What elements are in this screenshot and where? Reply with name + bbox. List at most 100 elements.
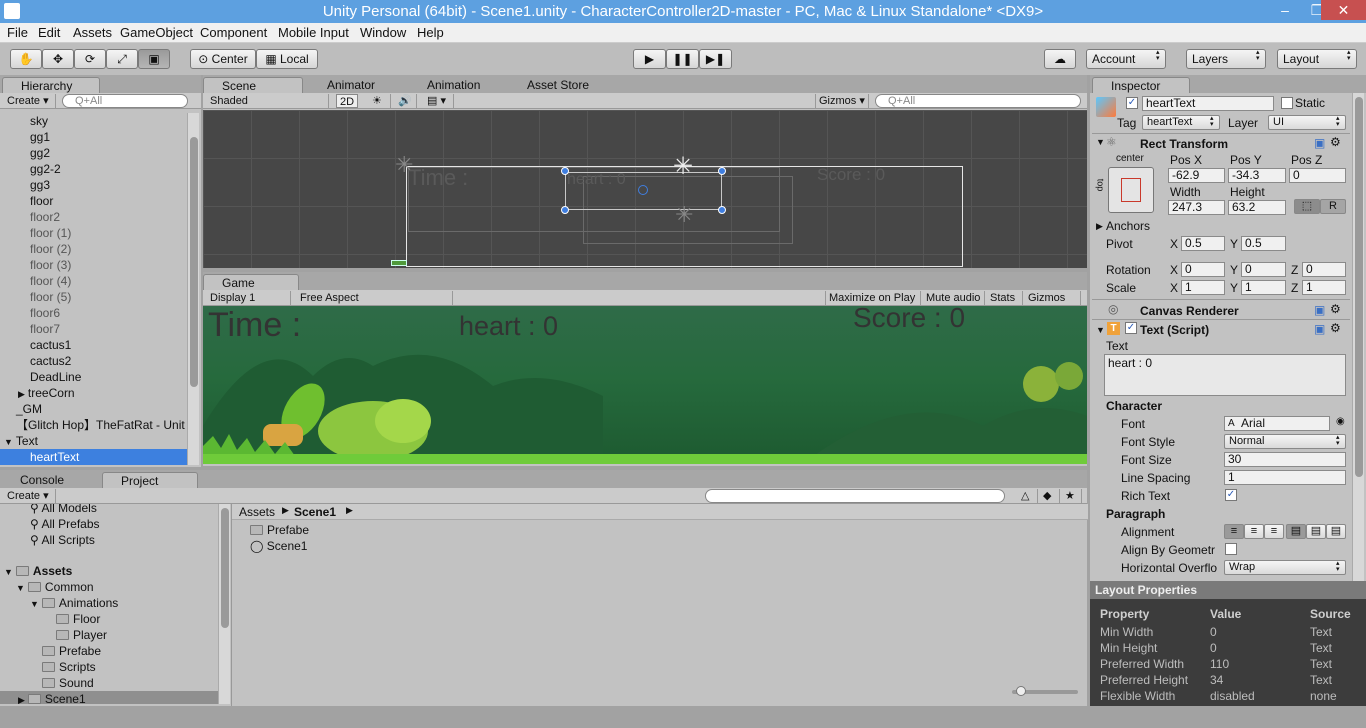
shaded-dropdown[interactable]: Shaded: [207, 94, 329, 108]
tab-inspector[interactable]: Inspector: [1092, 77, 1190, 93]
hierarchy-item-gm[interactable]: _GM: [16, 401, 42, 417]
scene-gizmos-dropdown[interactable]: Gizmos ▾: [815, 94, 869, 108]
align-middle-icon[interactable]: ▤: [1306, 524, 1326, 539]
hierarchy-item-floor2[interactable]: floor2: [30, 209, 60, 225]
rect-tool-icon[interactable]: ▣: [138, 49, 170, 69]
align-right-icon[interactable]: ≡: [1264, 524, 1284, 539]
hand-tool-icon[interactable]: ✋: [10, 49, 42, 69]
rotation-x-field[interactable]: 0: [1181, 262, 1225, 277]
game-gizmos-dropdown[interactable]: Gizmos: [1025, 291, 1081, 305]
align-left-icon[interactable]: ≡: [1224, 524, 1244, 539]
tab-console[interactable]: Console: [2, 472, 98, 488]
pos-y-field[interactable]: -34.3: [1228, 168, 1286, 183]
align-bottom-icon[interactable]: ▤: [1326, 524, 1346, 539]
tree-assets[interactable]: ▼ Assets: [4, 563, 72, 579]
close-icon[interactable]: ✕: [1321, 0, 1366, 20]
mode-2d-toggle[interactable]: 2D: [336, 94, 358, 108]
project-tree-scroll-thumb[interactable]: [221, 508, 229, 628]
collapse-arrow-icon[interactable]: ▼: [4, 437, 13, 447]
gear-icon[interactable]: ⚙: [1330, 321, 1341, 335]
object-name-field[interactable]: heartText: [1142, 96, 1274, 111]
tab-project[interactable]: Project: [102, 472, 198, 488]
scale-y-field[interactable]: 1: [1241, 280, 1286, 295]
pivot-local-button[interactable]: ▦ Local: [256, 49, 318, 69]
mute-audio-toggle[interactable]: Mute audio: [923, 291, 985, 305]
width-field[interactable]: 247.3: [1168, 200, 1225, 215]
favorite-all-scripts[interactable]: ⚲ All Scripts: [30, 532, 95, 548]
text-content-area[interactable]: heart : 0: [1104, 354, 1346, 396]
play-button[interactable]: ▶: [633, 49, 666, 69]
hierarchy-item-deadline[interactable]: DeadLine: [30, 369, 81, 385]
lighting-icon[interactable]: ☀: [369, 94, 391, 108]
scale-z-field[interactable]: 1: [1302, 280, 1346, 295]
font-field[interactable]: A Arial: [1224, 416, 1330, 431]
menu-file[interactable]: File: [7, 25, 28, 40]
stats-toggle[interactable]: Stats: [987, 291, 1023, 305]
active-checkbox[interactable]: ✓: [1126, 97, 1138, 109]
hierarchy-item-floor7[interactable]: floor7: [30, 321, 60, 337]
hierarchy-item-cactus2[interactable]: cactus2: [30, 353, 71, 369]
menu-help[interactable]: Help: [417, 25, 444, 40]
pivot-center-button[interactable]: ⊙ Center: [190, 49, 256, 69]
height-field[interactable]: 63.2: [1228, 200, 1286, 215]
scale-x-field[interactable]: 1: [1181, 280, 1225, 295]
anchor-icon[interactable]: ✳: [673, 152, 693, 181]
hierarchy-item-hearttext[interactable]: heartText: [0, 449, 187, 465]
align-by-geometry-checkbox[interactable]: [1225, 543, 1237, 555]
aspect-dropdown[interactable]: Free Aspect: [297, 291, 453, 305]
hierarchy-item-floor-3[interactable]: floor (3): [30, 257, 71, 273]
gear-icon[interactable]: ⚙: [1330, 302, 1341, 316]
hierarchy-item-floor6[interactable]: floor6: [30, 305, 60, 321]
menu-component[interactable]: Component: [200, 25, 267, 40]
hierarchy-item-gg2[interactable]: gg2: [30, 145, 50, 161]
rect-handle-br[interactable]: [718, 206, 726, 214]
minimize-icon[interactable]: –: [1270, 0, 1300, 20]
inspector-scrollbar[interactable]: [1352, 93, 1364, 583]
pivot-y-field[interactable]: 0.5: [1241, 236, 1286, 251]
tree-scripts[interactable]: Scripts: [42, 659, 96, 675]
font-style-dropdown[interactable]: Normal: [1224, 434, 1346, 449]
layers-dropdown[interactable]: Layers: [1186, 49, 1266, 69]
raw-edit-button[interactable]: R: [1320, 199, 1346, 214]
tab-asset-store[interactable]: Asset Store: [509, 77, 619, 93]
collapse-arrow-icon[interactable]: ▼: [1096, 137, 1105, 147]
menu-mobile-input[interactable]: Mobile Input: [278, 25, 349, 40]
hierarchy-item-cactus1[interactable]: cactus1: [30, 337, 71, 353]
account-dropdown[interactable]: Account: [1086, 49, 1166, 69]
project-search-input[interactable]: [705, 489, 1005, 503]
favorite-star-icon[interactable]: ★: [1062, 489, 1082, 503]
text-enabled-checkbox[interactable]: ✓: [1125, 322, 1137, 334]
layer-dropdown[interactable]: UI: [1268, 115, 1346, 130]
tab-animator[interactable]: Animator: [309, 77, 409, 93]
hierarchy-scrollbar[interactable]: [187, 113, 199, 465]
object-picker-icon[interactable]: ◉: [1336, 416, 1345, 427]
step-button[interactable]: ▶❚: [699, 49, 732, 69]
filter-type-icon[interactable]: △: [1018, 489, 1038, 503]
menu-edit[interactable]: Edit: [38, 25, 60, 40]
pos-x-field[interactable]: -62.9: [1168, 168, 1225, 183]
blueprint-mode-icon[interactable]: ⬚: [1294, 199, 1320, 214]
pivot-handle[interactable]: [638, 185, 648, 195]
menu-gameobject[interactable]: GameObject: [120, 25, 193, 40]
rotate-tool-icon[interactable]: ⟳: [74, 49, 106, 69]
expand-arrow-icon[interactable]: ▶: [1096, 221, 1103, 232]
help-icon[interactable]: ▣: [1314, 303, 1325, 317]
static-checkbox[interactable]: [1281, 97, 1293, 109]
breadcrumb-scene1[interactable]: Scene1: [294, 505, 336, 519]
pause-button[interactable]: ❚❚: [666, 49, 699, 69]
move-tool-icon[interactable]: ✥: [42, 49, 74, 69]
breadcrumb-assets[interactable]: Assets: [239, 505, 275, 519]
pos-z-field[interactable]: 0: [1289, 168, 1346, 183]
hierarchy-item-gg1[interactable]: gg1: [30, 129, 50, 145]
collapse-arrow-icon[interactable]: ▼: [1096, 325, 1105, 335]
hierarchy-scroll-thumb[interactable]: [190, 137, 198, 387]
cloud-icon[interactable]: ☁: [1044, 49, 1076, 69]
hierarchy-item-floor[interactable]: floor: [30, 193, 53, 209]
hierarchy-item-floor-5[interactable]: floor (5): [30, 289, 71, 305]
hierarchy-create-dropdown[interactable]: Create ▾: [4, 94, 56, 108]
file-prefabe[interactable]: Prefabe: [250, 522, 309, 538]
audio-icon[interactable]: 🔊: [395, 94, 417, 108]
tree-sound[interactable]: Sound: [42, 675, 94, 691]
hierarchy-item-floor-4[interactable]: floor (4): [30, 273, 71, 289]
scene-search-input[interactable]: Q+All: [875, 94, 1081, 108]
